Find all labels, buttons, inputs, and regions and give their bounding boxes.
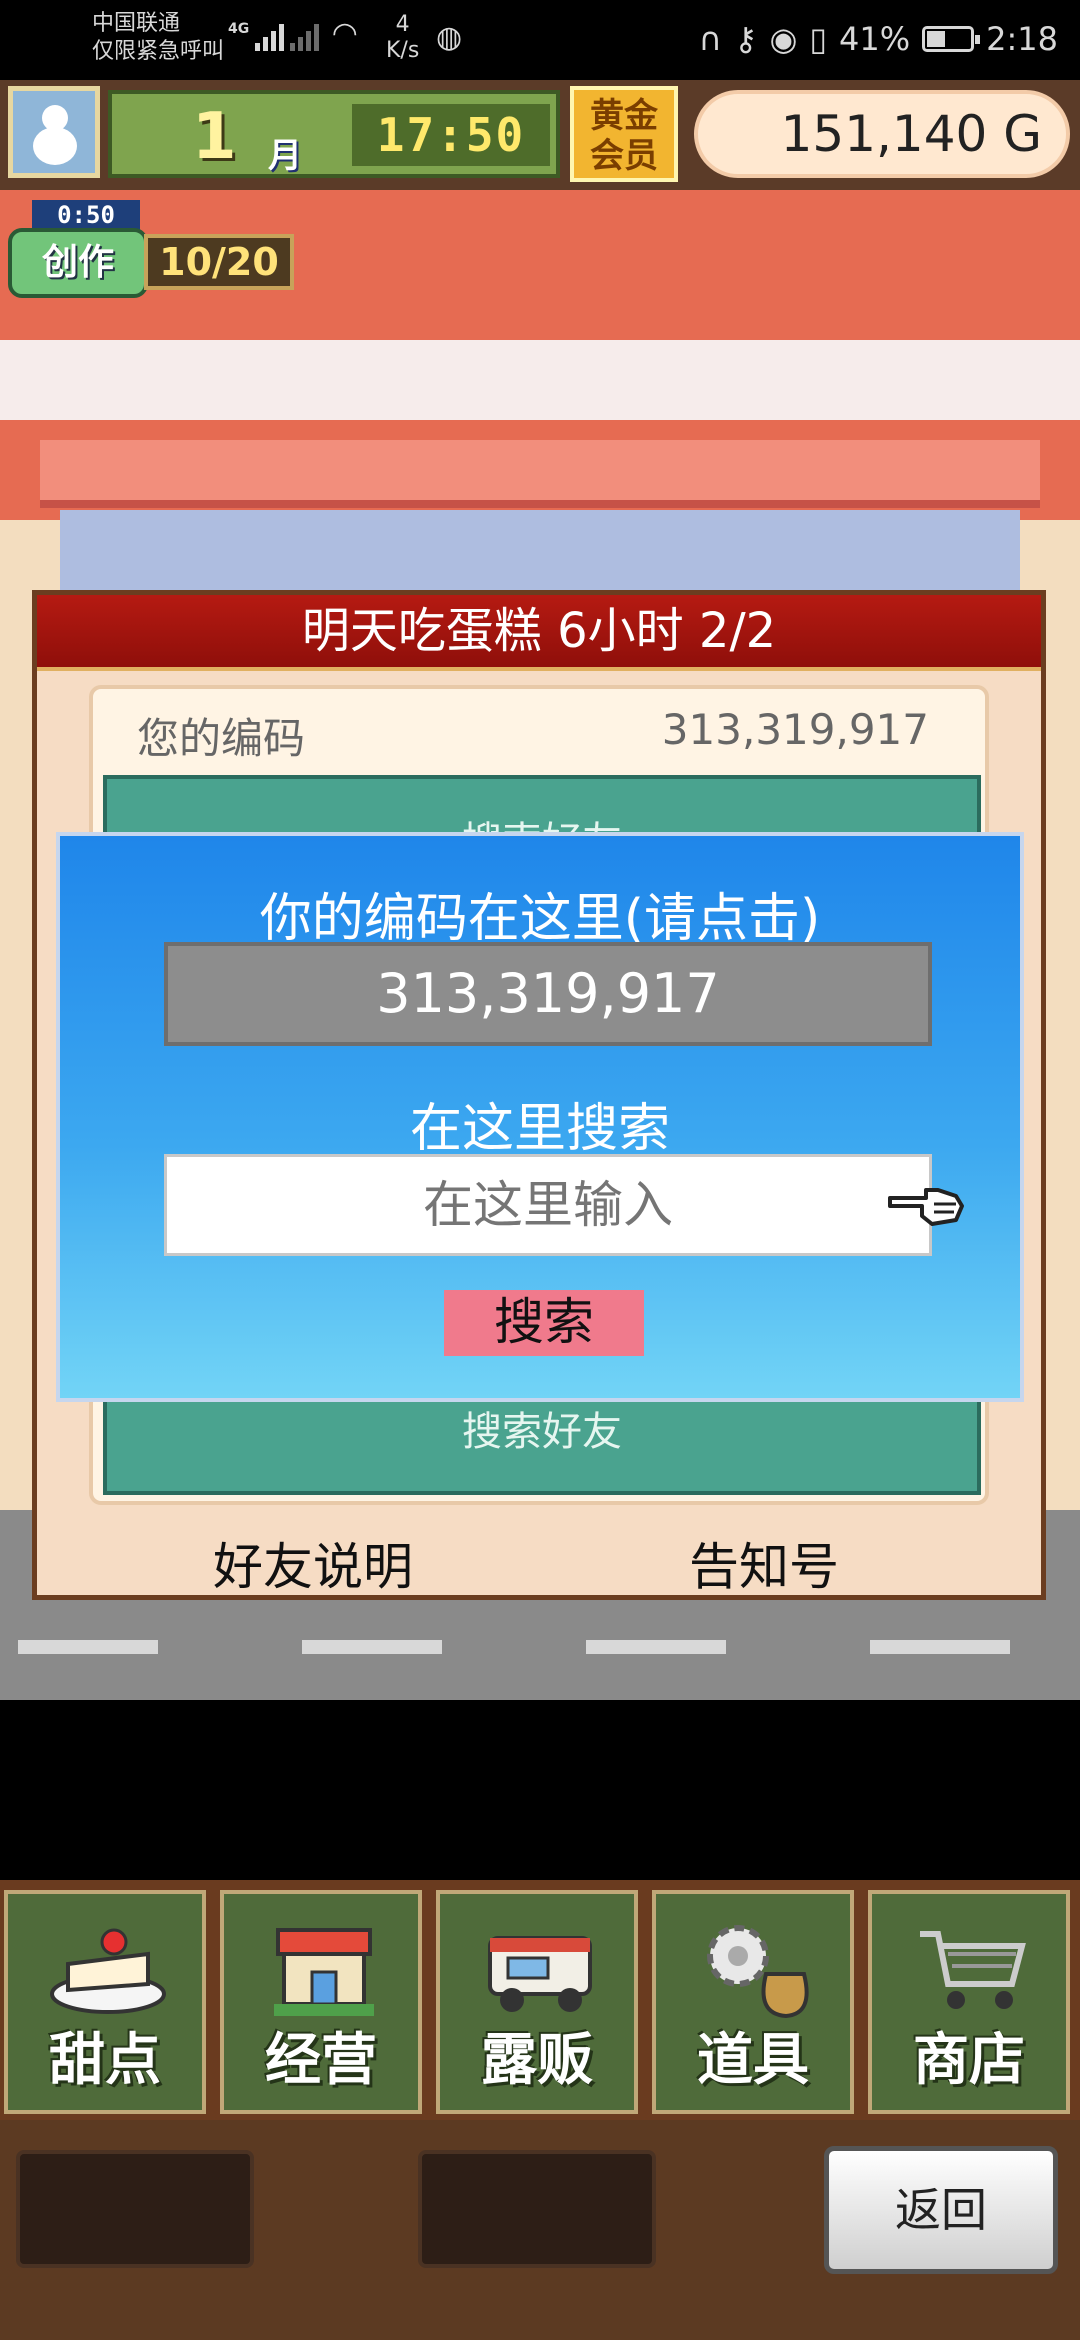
- dialog-title: 明天吃蛋糕 6小时 2/2: [37, 595, 1041, 671]
- battery-percent: 41%: [839, 20, 911, 58]
- road-line: [586, 1640, 726, 1654]
- snowy-roof: [0, 340, 1080, 420]
- food-truck-icon: [488, 1936, 592, 2012]
- your-code-label: 您的编码: [137, 714, 306, 763]
- shop-awning: [40, 440, 1040, 508]
- speed-unit: K/s: [386, 38, 420, 63]
- menu-shop-button[interactable]: 商店: [868, 1890, 1070, 2114]
- status-bar: 中国联通 仅限紧急呼叫 4G ◠ 4 K/s ◍ ∩ ⚷ ◉ ▯ 41% 2:1…: [0, 0, 1080, 80]
- panel-footer: 搜索好友: [462, 1409, 622, 1455]
- creation-widget[interactable]: 0:50 创作 10/20: [8, 200, 298, 300]
- menu-dessert-button[interactable]: 甜点: [4, 1890, 206, 2114]
- battery-icon: [922, 26, 981, 52]
- carrier-info: 中国联通 仅限紧急呼叫: [92, 10, 224, 66]
- creation-timer: 0:50: [32, 200, 140, 230]
- network-type: 4G: [228, 21, 250, 37]
- network-indicator: 4G ◠: [228, 16, 356, 51]
- menu-label: 露贩: [481, 2028, 593, 2093]
- empty-slot: [16, 2150, 254, 2268]
- money-display: 151,140 G: [694, 90, 1070, 178]
- shopping-cart-icon: [920, 1931, 1026, 2009]
- snowman-icon: [33, 105, 77, 165]
- menu-business-button[interactable]: 经营: [220, 1890, 422, 2114]
- road-line: [18, 1640, 158, 1654]
- gold-member-badge[interactable]: 黄金会员: [570, 86, 678, 182]
- avatar[interactable]: [8, 86, 100, 178]
- search-input[interactable]: [164, 1154, 932, 1256]
- speed-value: 4: [395, 12, 410, 37]
- carrier-status: 仅限紧急呼叫: [92, 39, 225, 64]
- menu-label: 商店: [913, 2028, 1025, 2093]
- menu-stall-button[interactable]: 露贩: [436, 1890, 638, 2114]
- key-icon: ⚷: [734, 20, 758, 58]
- date-panel: 1 月 17:50: [108, 90, 560, 178]
- eye-icon: ◉: [769, 20, 798, 58]
- wifi-icon: ◠: [333, 16, 357, 51]
- signal-2-icon: [290, 21, 320, 51]
- signal-icon: [255, 21, 285, 51]
- headphones-icon: ∩: [698, 20, 723, 58]
- menu-label: 经营: [265, 2028, 377, 2093]
- globe-icon: ◍: [436, 20, 463, 55]
- back-button[interactable]: 返回: [824, 2146, 1058, 2274]
- menu-label: 道具: [697, 2028, 809, 2093]
- month-number: 1: [192, 100, 237, 174]
- gear-bag-icon: [707, 1925, 809, 2019]
- pointing-hand-icon: [888, 1188, 964, 1226]
- network-speed: 4 K/s: [386, 12, 419, 64]
- popup-title: 你的编码在这里(请点击): [259, 889, 821, 949]
- cake-icon: [50, 1928, 166, 2014]
- empty-slot: [418, 2150, 656, 2268]
- game-hud: 1 月 17:50 黄金会员 151,140 G: [0, 80, 1080, 190]
- code-copy-button[interactable]: 313,319,917: [164, 942, 932, 1046]
- creation-label: 创作: [8, 228, 148, 298]
- vibrate-icon: ▯: [809, 20, 828, 58]
- shop-windows: [60, 510, 1020, 590]
- your-code-value[interactable]: 313,319,917: [662, 705, 929, 754]
- bottom-bar: 返回: [0, 2120, 1080, 2340]
- menu-items-button[interactable]: 道具: [652, 1890, 854, 2114]
- road-line: [302, 1640, 442, 1654]
- status-right: ∩ ⚷ ◉ ▯ 41% 2:18: [699, 20, 1058, 58]
- search-popup: 你的编码在这里(请点击) 313,319,917 在这里搜索 搜索: [56, 832, 1024, 1402]
- notice-button[interactable]: 告知号: [689, 1527, 839, 1599]
- carrier-name: 中国联通: [92, 11, 181, 36]
- friend-help-button[interactable]: 好友说明: [213, 1527, 413, 1599]
- road-line: [870, 1640, 1010, 1654]
- game-clock: 17:50: [352, 104, 550, 166]
- clock: 2:18: [986, 20, 1058, 58]
- creation-count: 10/20: [144, 234, 294, 290]
- month-label: 月: [268, 136, 302, 176]
- menu-label: 甜点: [49, 2028, 161, 2093]
- search-label: 在这里搜索: [409, 1099, 670, 1159]
- search-button[interactable]: 搜索: [444, 1290, 644, 1356]
- main-menu: 甜点 经营 露贩 道具 商店: [0, 1880, 1080, 2120]
- shop-building-icon: [274, 1928, 374, 2016]
